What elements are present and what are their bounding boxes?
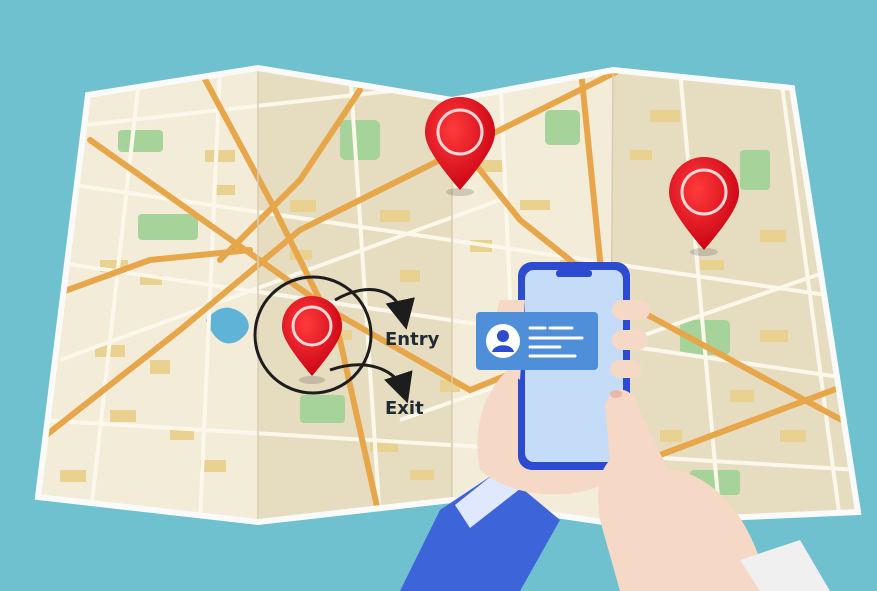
contact-card (476, 312, 598, 370)
fingernail (610, 390, 622, 398)
phone-notch (556, 270, 592, 277)
entry-label: Entry (385, 329, 440, 350)
exit-label: Exit (385, 398, 424, 419)
map-illustration: Entry Exit (0, 0, 877, 591)
